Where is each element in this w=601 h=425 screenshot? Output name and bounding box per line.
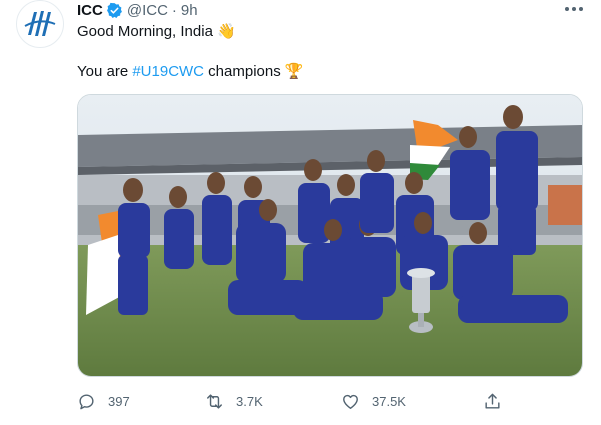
text-suffix: champions	[204, 63, 281, 80]
author-avatar[interactable]	[16, 0, 64, 48]
like-count: 37.5K	[372, 393, 406, 409]
share-icon	[485, 393, 500, 409]
team-celebration-photo	[78, 95, 582, 376]
tweet-text-line-2: You are #U19CWC champions 🏆	[77, 62, 304, 82]
retweet-count: 3.7K	[236, 393, 263, 409]
trophy-emoji: 🏆	[284, 63, 304, 80]
reply-count: 397	[108, 393, 130, 409]
more-options-icon[interactable]	[565, 2, 583, 16]
tweet-actions: 397 3.7K 37.5K	[77, 390, 517, 412]
hashtag-link[interactable]: #U19CWC	[132, 63, 204, 80]
separator-dot: ·	[171, 1, 177, 19]
greeting-text: Good Morning, India	[77, 23, 213, 40]
retweet-icon	[207, 393, 222, 409]
share-button[interactable]	[483, 390, 502, 412]
verified-badge-icon	[106, 2, 122, 18]
tweet-photo[interactable]	[77, 94, 583, 377]
tweet-card[interactable]: ICC @ICC · 9h Good Morning, India 👋 You …	[0, 0, 601, 425]
reply-button[interactable]: 397	[77, 390, 130, 412]
text-prefix: You are	[77, 63, 133, 80]
waving-hand-emoji: 👋	[217, 23, 236, 40]
tweet-timestamp[interactable]: 9h	[181, 2, 198, 19]
heart-icon	[343, 394, 358, 409]
like-button[interactable]: 37.5K	[341, 390, 406, 412]
author-handle[interactable]: @ICC	[127, 2, 168, 19]
tweet-text-line-1: Good Morning, India 👋	[77, 22, 236, 42]
retweet-button[interactable]: 3.7K	[205, 390, 263, 412]
icc-logo-icon	[21, 5, 59, 43]
reply-icon	[79, 393, 94, 409]
tweet-header: ICC @ICC · 9h	[77, 0, 198, 20]
author-name[interactable]: ICC	[77, 2, 103, 19]
